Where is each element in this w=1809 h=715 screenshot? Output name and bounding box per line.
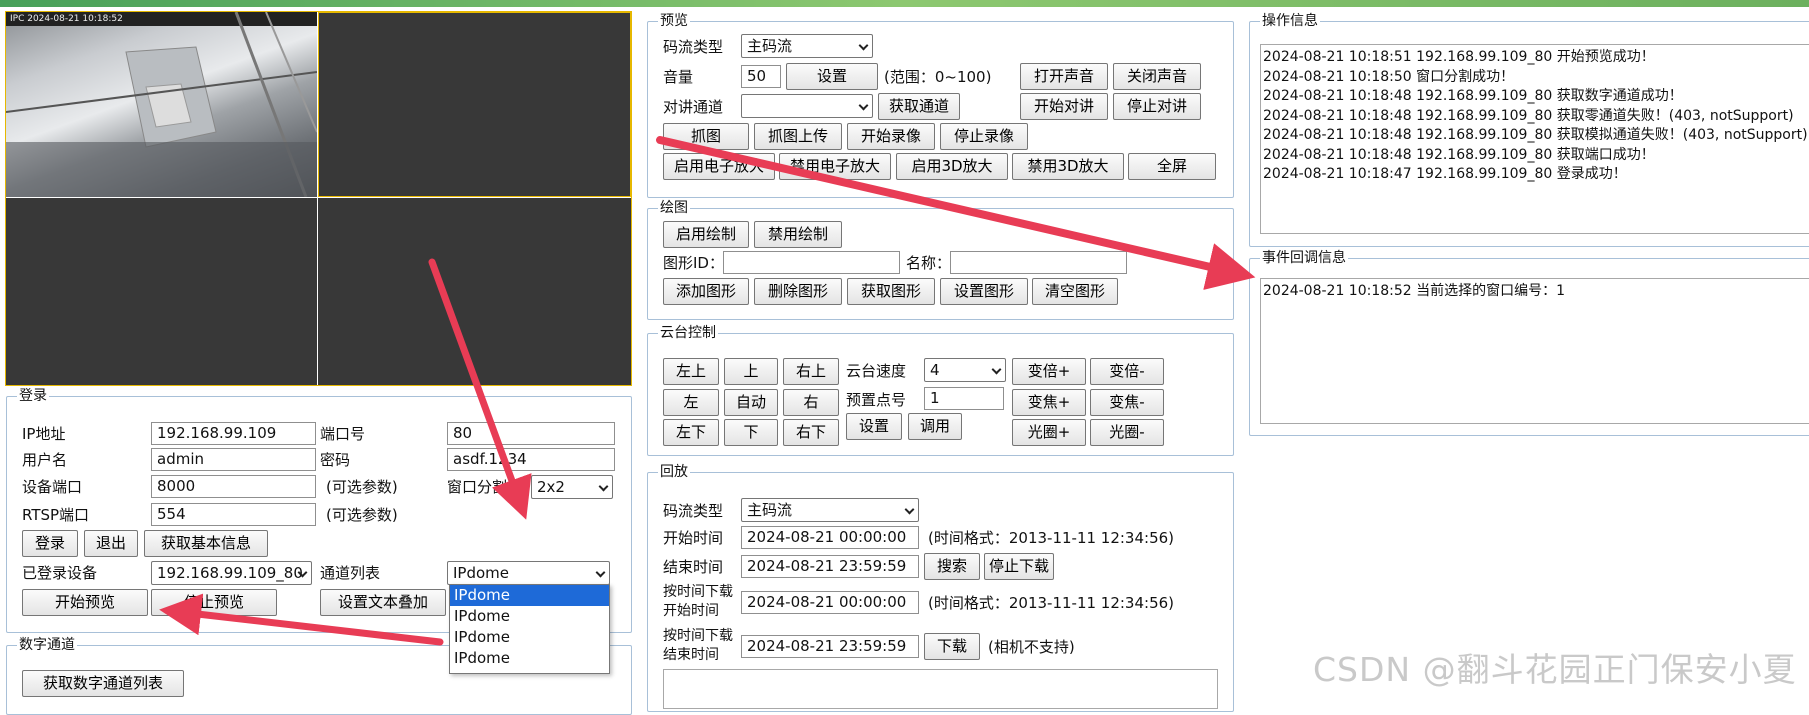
arrow-to-channel-list [428, 258, 532, 520]
arrow-to-start-preview [159, 593, 444, 646]
annotation-arrows [159, 136, 1256, 646]
arrow-to-event-info [656, 136, 1256, 290]
watermark: CSDN @翻斗花园正门保安小夏 [1313, 650, 1797, 689]
